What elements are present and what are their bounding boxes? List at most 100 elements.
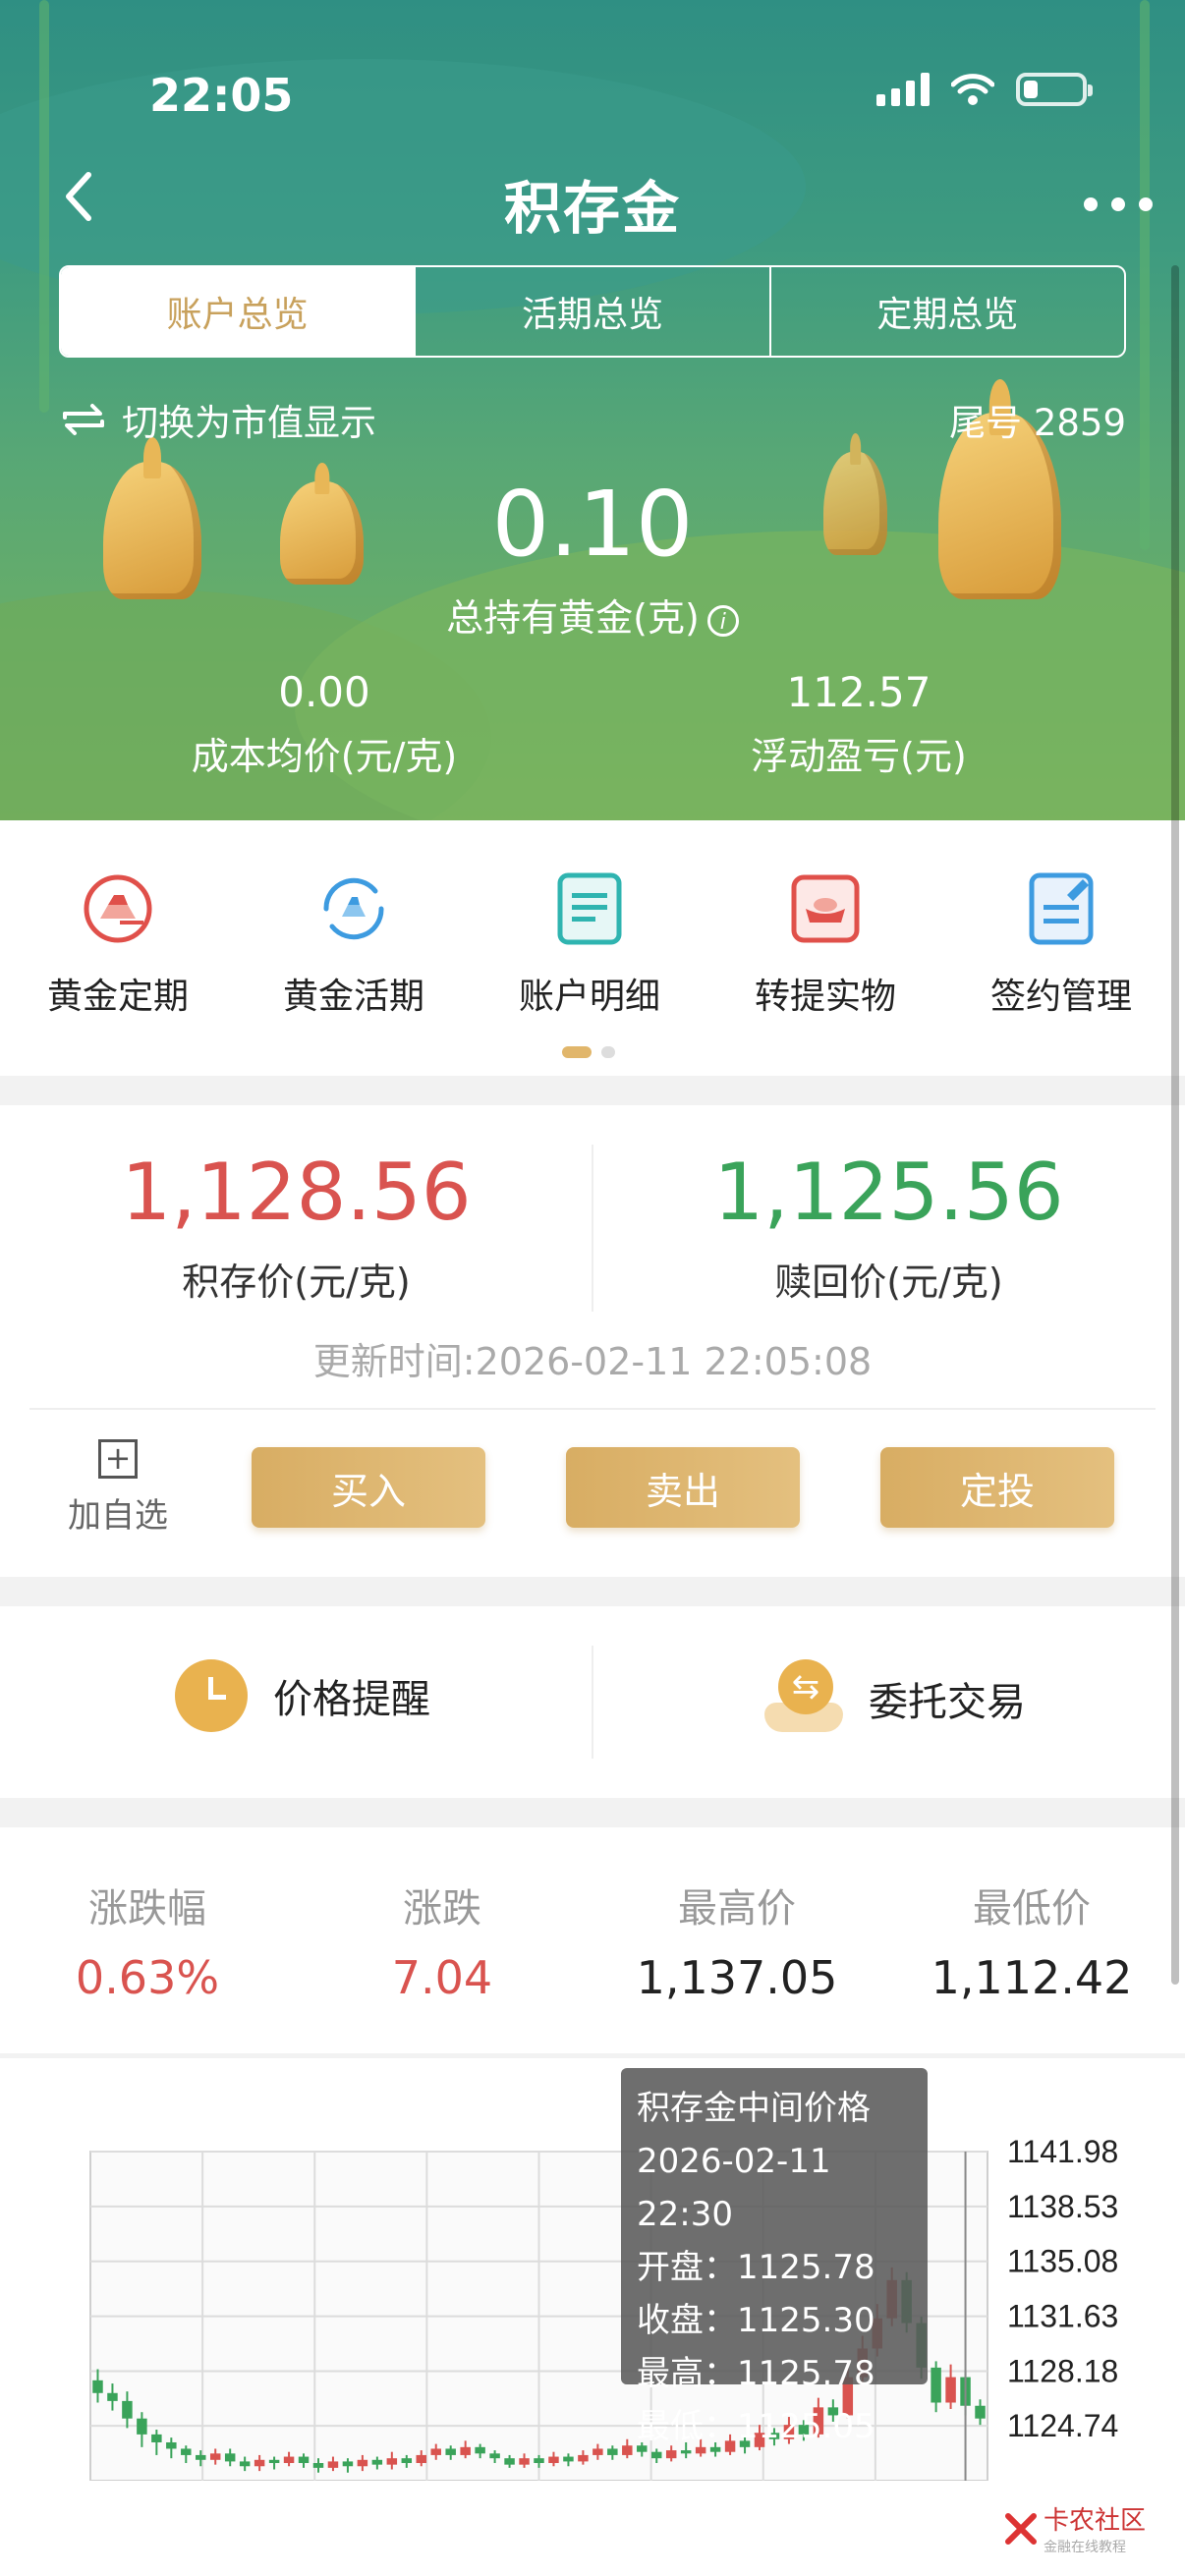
auto-invest-button[interactable]: 定投	[880, 1447, 1114, 1528]
stat-high-value: 1,137.05	[636, 1951, 838, 2004]
buy-price-label: 积存价(元/克)	[182, 1260, 411, 1304]
page-title: 积存金	[503, 175, 681, 242]
candle-body	[92, 2380, 103, 2393]
stat-low: 最低价 1,112.42	[884, 1876, 1179, 2004]
info-icon[interactable]: i	[706, 604, 739, 637]
candle-body	[504, 2458, 515, 2465]
entrust-trade-label: 委托交易	[869, 1680, 1026, 1725]
candle-body	[445, 2448, 456, 2455]
coin-hand-icon: ⇆	[764, 1659, 843, 1738]
buy-price-value: 1,128.56	[121, 1147, 472, 1238]
candle-body	[592, 2448, 603, 2455]
tooltip-low: 最低：1125.05	[637, 2407, 875, 2446]
y-tick-label: 1135.08	[1007, 2244, 1118, 2279]
buy-button[interactable]: 买入	[252, 1447, 485, 1528]
kline-tooltip: 积存金中间价格 2026-02-11 22:30 开盘：1125.78 收盘：1…	[621, 2068, 928, 2446]
stat-change-pct-label: 涨跌幅	[88, 1886, 206, 1932]
stat-change-pct: 涨跌幅 0.63%	[0, 1876, 295, 2004]
candle-body	[107, 2392, 118, 2401]
candle-body	[622, 2445, 633, 2455]
stat-high: 最高价 1,137.05	[590, 1876, 884, 2004]
candle-body	[312, 2463, 324, 2468]
candle-body	[489, 2453, 500, 2459]
plus-box-icon: +	[98, 1439, 138, 1479]
tab-fixed-overview[interactable]: 定期总览	[771, 267, 1124, 356]
price-card: 1,128.56 积存价(元/克) 1,125.56 赎回价(元/克) 更新时间…	[0, 1105, 1185, 1577]
avg-cost-label: 成本均价(元/克)	[191, 735, 458, 778]
y-tick-label: 1128.18	[1007, 2353, 1118, 2388]
candle-body	[416, 2454, 427, 2464]
more-dots-icon	[1084, 197, 1153, 211]
tooltip-high: 最高：1125.78	[637, 2354, 875, 2393]
candle-body	[548, 2456, 559, 2464]
kline-chart-svg[interactable]: 1141.98 1138.53 1135.08 1131.63 1128.18 1124.…	[0, 2058, 1185, 2481]
y-tick-label: 1141.98	[1007, 2134, 1118, 2169]
more-button[interactable]	[1081, 175, 1156, 214]
candle-body	[137, 2418, 147, 2435]
candle-body	[196, 2454, 206, 2460]
total-gold-value: 0.10	[491, 472, 694, 577]
total-gold-label: 总持有黄金(克) i	[0, 588, 1185, 642]
watermark-subtext: 金融在线教程	[1043, 2540, 1126, 2555]
stat-low-label: 最低价	[973, 1886, 1091, 1932]
quick-account-detail[interactable]: 账户明细	[472, 869, 707, 1019]
kline-chart[interactable]: 1141.98 1138.53 1135.08 1131.63 1128.18 1124.…	[0, 2058, 1185, 2481]
account-header: 22:05 积存金 账户总览 活期总览 定期总览 切换为市值显示 尾号 2859…	[0, 0, 1185, 820]
watermark-logo-icon	[1004, 2512, 1037, 2545]
tooltip-open: 开盘：1125.78	[637, 2248, 875, 2287]
tooltip-time: 2026-02-11 22:30	[637, 2142, 831, 2234]
avg-cost-value: 0.00	[278, 668, 370, 716]
candle-body	[151, 2434, 162, 2442]
stat-change-value: 7.04	[391, 1951, 493, 2004]
candle-body	[122, 2400, 133, 2419]
y-tick-label: 1131.63	[1007, 2299, 1118, 2334]
candle-body	[931, 2367, 941, 2403]
tooltip-title: 积存金中间价格	[637, 2089, 871, 2128]
candle-body	[268, 2459, 280, 2464]
price-reminder-button[interactable]: 价格提醒	[175, 1659, 430, 1732]
candle-body	[298, 2456, 310, 2464]
redeem-price-label: 赎回价(元/克)	[774, 1260, 1003, 1304]
stat-low-value: 1,112.42	[931, 1951, 1133, 2004]
quick-gold-demand[interactable]: 黄金活期	[236, 869, 472, 1019]
float-pl-value: 112.57	[786, 668, 931, 716]
candle-body	[254, 2459, 265, 2467]
tab-account-overview[interactable]: 账户总览	[61, 267, 417, 356]
switch-display-label: 切换为市值显示	[122, 402, 376, 444]
candle-body	[975, 2405, 986, 2419]
watermark-text: 卡农社区	[1043, 2506, 1146, 2536]
candle-body	[239, 2461, 251, 2467]
quick-contract-manage[interactable]: 签约管理	[943, 869, 1179, 1019]
scrollbar[interactable]	[1171, 265, 1179, 1985]
quick-gold-fixed[interactable]: 黄金定期	[0, 869, 236, 1019]
candle-body	[386, 2458, 398, 2465]
y-tick-label: 1138.53	[1007, 2189, 1118, 2224]
gold-bars-icon	[79, 869, 157, 948]
battery-icon	[1016, 73, 1093, 106]
divider	[29, 1408, 1156, 1410]
entrust-trade-button[interactable]: ⇆ 委托交易	[764, 1659, 1026, 1738]
switch-display-toggle[interactable]: 切换为市值显示	[59, 393, 376, 446]
edit-document-icon	[1022, 869, 1100, 948]
candle-body	[519, 2458, 530, 2465]
candle-body	[578, 2454, 589, 2462]
stat-change: 涨跌 7.04	[295, 1876, 590, 2004]
candle-body	[460, 2446, 471, 2455]
candle-body	[563, 2456, 574, 2462]
status-time: 22:05	[149, 69, 294, 122]
add-favorite-button[interactable]: + 加自选	[59, 1439, 177, 1537]
stat-change-label: 涨跌	[403, 1886, 481, 1932]
candle-body	[283, 2456, 295, 2464]
redeem-price-block: 1,125.56 赎回价(元/克)	[592, 1147, 1185, 1306]
sell-button[interactable]: 卖出	[566, 1447, 800, 1528]
candle-body	[209, 2453, 221, 2460]
stat-change-pct-value: 0.63%	[75, 1951, 220, 2004]
quick-account-detail-label: 账户明细	[518, 977, 660, 1017]
candle-body	[166, 2441, 177, 2449]
tab-demand-overview[interactable]: 活期总览	[416, 267, 771, 356]
stat-high-label: 最高价	[678, 1886, 796, 1932]
total-gold-label-text: 总持有黄金(克)	[446, 596, 700, 640]
candle-body	[327, 2461, 339, 2468]
overview-tabs: 账户总览 活期总览 定期总览	[59, 265, 1126, 358]
quick-physical-withdraw[interactable]: 转提实物	[707, 869, 943, 1019]
